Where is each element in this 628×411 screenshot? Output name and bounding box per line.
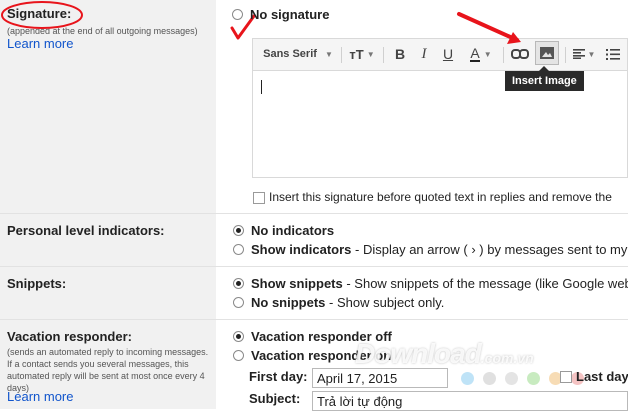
show-indicators-title: Show indicators	[251, 242, 352, 257]
signature-learn-more-link[interactable]: Learn more	[7, 36, 73, 51]
italic-icon: I	[421, 45, 427, 62]
snippets-heading: Snippets:	[7, 276, 67, 291]
numbered-list-button[interactable]	[603, 39, 623, 69]
no-snippets-desc: - Show subject only.	[325, 295, 445, 310]
vacation-subtitle: (sends an automated reply to incoming me…	[7, 347, 209, 393]
subject-label: Subject:	[249, 391, 301, 406]
chevron-down-icon: ▼	[587, 49, 596, 59]
text-cursor	[261, 80, 262, 94]
no-snippets-title: No snippets	[251, 295, 326, 310]
snippets-label-panel	[0, 267, 216, 319]
annotation-arrow-icon	[457, 12, 521, 44]
vacation-learn-more-link[interactable]: Learn more	[7, 389, 73, 404]
insert-before-quoted-label: Insert this signature before quoted text…	[269, 190, 612, 204]
last-day-checkbox[interactable]	[560, 371, 572, 383]
no-snippets-label: No snippets - Show subject only.	[251, 295, 444, 310]
divider	[0, 266, 628, 267]
annotation-circle-icon	[1, 1, 83, 29]
personal-indicators-heading: Personal level indicators:	[7, 223, 165, 238]
no-signature-label: No signature	[250, 7, 330, 22]
show-indicators-label: Show indicators - Display an arrow ( › )…	[251, 242, 628, 257]
chevron-down-icon: ▼	[324, 49, 333, 59]
font-family-label: Sans Serif	[263, 48, 317, 60]
italic-button[interactable]: I	[413, 39, 435, 69]
last-day-label: Last day	[576, 369, 628, 384]
show-snippets-desc: - Show snippets of the message (like Goo…	[342, 276, 628, 291]
color-dot	[461, 372, 474, 385]
personal-label-panel	[0, 214, 216, 266]
no-snippets-radio[interactable]	[233, 297, 244, 308]
vacation-off-radio[interactable]	[233, 331, 244, 342]
numbered-list-icon	[606, 48, 620, 60]
font-family-select[interactable]: Sans Serif ▼	[259, 39, 337, 69]
insert-image-button[interactable]	[535, 41, 559, 65]
color-dot	[527, 372, 540, 385]
chevron-down-icon: ▼	[483, 49, 492, 59]
no-indicators-label: No indicators	[251, 223, 335, 238]
watermark-text: Download	[355, 338, 482, 369]
no-indicators-radio[interactable]	[233, 225, 244, 236]
font-size-button[interactable]: тT ▼	[345, 39, 379, 69]
first-day-input[interactable]	[312, 368, 448, 388]
text-size-icon: тT	[349, 46, 364, 62]
vacation-on-radio[interactable]	[233, 350, 244, 361]
color-dot	[483, 372, 496, 385]
show-snippets-title: Show snippets	[251, 276, 343, 291]
signature-toolbar: Sans Serif ▼ тT ▼ B I U A ▼ ▼	[252, 38, 628, 70]
watermark-suffix: .com.vn	[480, 350, 534, 366]
toolbar-divider	[383, 47, 384, 63]
watermark-logo: Download.com.vn	[355, 338, 534, 370]
link-icon	[511, 49, 529, 59]
insert-image-icon	[540, 47, 554, 59]
color-dot	[505, 372, 518, 385]
toolbar-divider	[565, 47, 566, 63]
underline-icon: U	[442, 46, 454, 62]
show-indicators-desc: - Display an arrow ( › ) by messages sen…	[351, 242, 628, 257]
insert-before-quoted-checkbox[interactable]	[253, 192, 265, 204]
align-button[interactable]: ▼	[569, 39, 599, 69]
divider	[0, 213, 628, 214]
first-day-label: First day:	[249, 369, 308, 384]
show-snippets-label: Show snippets - Show snippets of the mes…	[251, 276, 628, 291]
show-indicators-radio[interactable]	[233, 244, 244, 255]
bold-icon: B	[394, 46, 406, 62]
bold-button[interactable]: B	[389, 39, 411, 69]
no-signature-radio[interactable]	[232, 9, 243, 20]
divider	[0, 319, 628, 320]
toolbar-divider	[341, 47, 342, 63]
chevron-down-icon: ▼	[366, 49, 375, 59]
show-snippets-radio[interactable]	[233, 278, 244, 289]
align-icon	[572, 49, 585, 59]
subject-input[interactable]	[312, 391, 628, 411]
vacation-heading: Vacation responder:	[7, 329, 132, 344]
insert-image-tooltip: Insert Image	[505, 66, 584, 91]
